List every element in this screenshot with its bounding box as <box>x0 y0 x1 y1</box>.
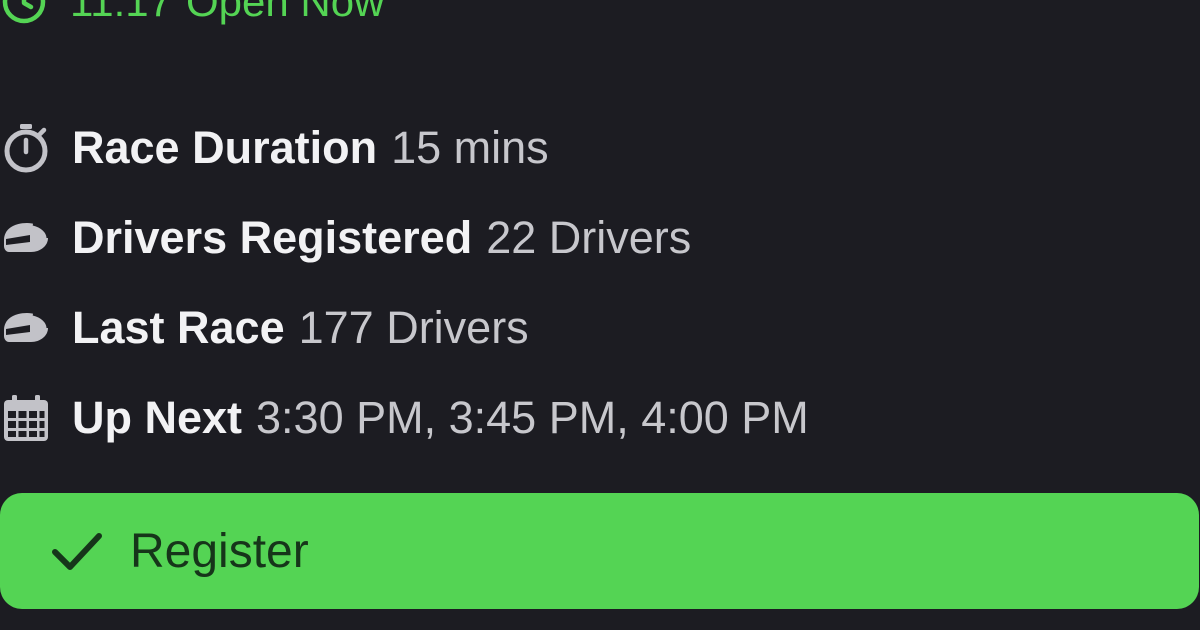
race-details-list: Race Duration 15 mins Drivers Registered… <box>0 103 809 463</box>
up-next-label: Up Next <box>72 392 243 443</box>
status-time: 11:17 <box>70 0 172 25</box>
helmet-icon <box>4 222 50 252</box>
stopwatch-icon <box>4 124 48 173</box>
status-line: 11:17 Open Now <box>0 0 384 32</box>
clock-icon <box>2 0 46 24</box>
status-text: Open Now <box>186 0 385 25</box>
race-duration-value: 15 mins <box>391 122 549 173</box>
drivers-registered-label: Drivers Registered <box>72 212 473 263</box>
calendar-icon <box>4 395 48 441</box>
check-icon <box>52 533 102 570</box>
race-info-card: 11:17 Open Now Race Duration 15 mins Dri… <box>0 0 1200 630</box>
drivers-registered-row: Drivers Registered 22 Drivers <box>0 193 809 283</box>
race-duration-row: Race Duration 15 mins <box>0 103 809 193</box>
last-race-row: Last Race 177 Drivers <box>0 283 809 373</box>
last-race-label: Last Race <box>72 302 285 353</box>
helmet-icon <box>4 312 50 342</box>
register-button[interactable]: Register <box>0 493 1199 609</box>
drivers-registered-value: 22 Drivers <box>486 212 692 263</box>
up-next-value: 3:30 PM, 3:45 PM, 4:00 PM <box>256 392 809 443</box>
race-duration-label: Race Duration <box>72 122 378 173</box>
register-button-label: Register <box>130 524 309 578</box>
up-next-row: Up Next 3:30 PM, 3:45 PM, 4:00 PM <box>0 373 809 463</box>
last-race-value: 177 Drivers <box>298 302 529 353</box>
